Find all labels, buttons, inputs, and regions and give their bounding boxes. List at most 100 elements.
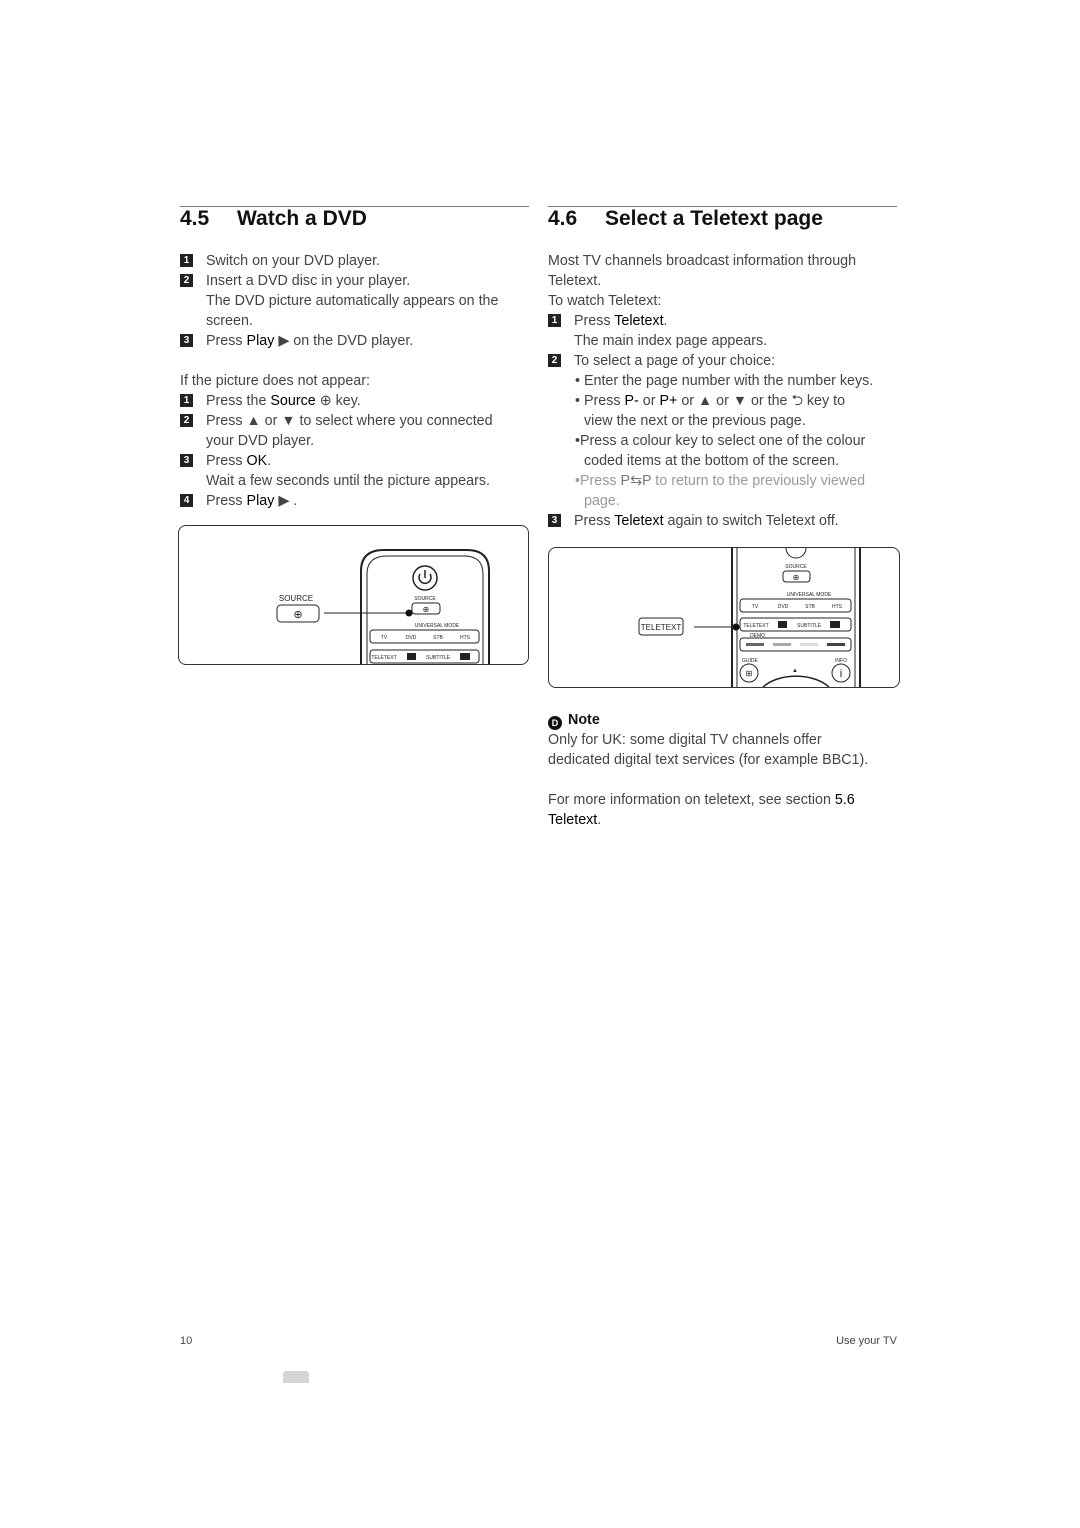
step-text: again to switch Teletext off. (663, 513, 839, 529)
remote-control-drawing: SOURCE ⊕ UNIVERSAL MODE TV DVD STB HTS TELE… (638, 548, 861, 687)
svg-text:⊕: ⊕ (793, 573, 800, 582)
step-text: screen. (206, 313, 253, 329)
body-text: Teletext. (548, 273, 602, 289)
note-text: dedicated digital text services (for exa… (548, 752, 869, 768)
body-text: To watch Teletext: (548, 293, 662, 309)
section-number: 4.5 (180, 207, 210, 230)
note-title: Note (568, 712, 600, 728)
bullet-item: • Press P- or P+ or ▲ or ▼ or the ⮌ key … (575, 391, 845, 411)
step-text: To select a page of your choice: (574, 353, 776, 369)
step-text: ▶ on the DVD player. (278, 333, 414, 349)
key-name: P+ (659, 393, 678, 409)
step-text: Press (206, 453, 247, 469)
svg-text:TV: TV (381, 635, 388, 641)
more-info-text: For more information on teletext, see se… (548, 790, 855, 810)
text: or (638, 393, 660, 409)
svg-text:⊕: ⊕ (293, 609, 302, 621)
section-number: 4.6 (548, 207, 578, 230)
remote-teletext-illustration: SOURCE ⊕ UNIVERSAL MODE TV DVD STB HTS TELE… (548, 547, 900, 688)
bullet-item-cont: coded items at the bottom of the screen. (584, 453, 840, 469)
step-text: The DVD picture automatically appears on… (206, 293, 499, 309)
svg-text:▲: ▲ (792, 668, 798, 674)
step-text: Press ▲ or ▼ to select where you connect… (206, 413, 493, 429)
step-1: 1 Press the Source ⊕ key. (180, 391, 361, 411)
step-number-icon: 2 (180, 274, 193, 287)
punct: . (663, 313, 668, 329)
intro-text: If the picture does not appear: (180, 373, 370, 389)
bullet-item: •Press a colour key to select one of the… (575, 433, 866, 449)
step-3: 3 Press Play ▶ on the DVD player. (180, 331, 413, 351)
svg-text:DVD: DVD (778, 604, 789, 610)
step-number-icon: 2 (180, 414, 193, 427)
svg-text:i: i (840, 668, 842, 680)
note-text: Only for UK: some digital TV channels of… (548, 732, 822, 748)
note-heading: D Note (548, 710, 600, 730)
step-text: Insert a DVD disc in your player. (206, 273, 411, 289)
svg-text:TV: TV (752, 604, 759, 610)
section-link[interactable]: 5.6 (835, 792, 855, 808)
page-tab-marker (283, 1371, 309, 1383)
step-number-icon: 1 (180, 254, 193, 267)
key-name: P⇆P (620, 473, 652, 489)
step-3: 3 Press Teletext again to switch Teletext… (548, 511, 839, 531)
svg-text:HTS: HTS (832, 604, 843, 610)
step-number-icon: 4 (180, 494, 193, 507)
svg-text:DVD: DVD (406, 635, 417, 641)
punct: . (267, 453, 272, 469)
step-text: Press (206, 493, 247, 509)
svg-text:GUIDE: GUIDE (742, 658, 759, 664)
text: • Press (575, 393, 625, 409)
bullet-item: •Press P⇆P to return to the previously v… (575, 471, 865, 491)
punct: . (597, 812, 602, 828)
step-3: 3 Press OK. (180, 451, 271, 471)
key-name: Teletext (614, 313, 664, 329)
svg-text:⊕: ⊕ (423, 605, 430, 614)
key-name: P- (624, 393, 639, 409)
manual-page: 4.5 Watch a DVD 1 Switch on your DVD playe… (0, 0, 1080, 1528)
bullet-item-cont: view the next or the previous page. (584, 413, 806, 429)
more-info-text: Teletext. (548, 810, 601, 830)
step-1: 1 Switch on your DVD player. (180, 251, 380, 271)
svg-text:TELETEXT: TELETEXT (371, 655, 396, 661)
step-text: Press the (206, 393, 271, 409)
remote-control-drawing: SOURCE ⊕ SOURCE ⊕ UNIVERSAL MODE TV DVD ST… (276, 549, 490, 664)
key-name: Source (270, 393, 316, 409)
section-heading-4-6: 4.6 Select a Teletext page (548, 207, 823, 231)
step-number-icon: 3 (180, 454, 193, 467)
svg-text:⊞: ⊞ (746, 669, 753, 678)
step-4: 4 Press Play ▶ . (180, 491, 297, 511)
step-text: Press (574, 313, 615, 329)
step-text: ▶ . (278, 493, 298, 509)
section-link[interactable]: Teletext (548, 812, 597, 828)
step-number-icon: 1 (180, 394, 193, 407)
step-number-icon: 2 (548, 354, 561, 367)
step-number-icon: 3 (180, 334, 193, 347)
text: •Press (575, 473, 621, 489)
svg-text:SUBTITLE: SUBTITLE (797, 623, 822, 629)
step-text: ⊕ key. (319, 393, 361, 409)
key-name: Play (246, 493, 275, 509)
svg-text:UNIVERSAL MODE: UNIVERSAL MODE (415, 623, 460, 629)
svg-text:TELETEXT: TELETEXT (641, 623, 682, 632)
svg-text:INFO: INFO (835, 658, 847, 664)
svg-text:STB: STB (433, 635, 443, 641)
page-number: 10 (180, 1335, 193, 1347)
step-text: Wait a few seconds until the picture app… (206, 473, 490, 489)
step-text: Press (574, 513, 615, 529)
section-title: Watch a DVD (237, 207, 367, 230)
step-text: Press (206, 333, 247, 349)
text: For more information on teletext, see se… (548, 792, 835, 808)
footer-section: Use your TV (836, 1335, 897, 1347)
step-text: Switch on your DVD player. (206, 253, 381, 269)
bullet-item-cont: page. (584, 493, 620, 509)
step-2: 2 To select a page of your choice: (548, 351, 775, 371)
section-title: Select a Teletext page (605, 207, 823, 230)
step-2: 2 Press ▲ or ▼ to select where you connec… (180, 411, 493, 431)
key-name: OK (246, 453, 268, 469)
svg-text:SOURCE: SOURCE (414, 596, 436, 602)
svg-text:TELETEXT: TELETEXT (743, 623, 768, 629)
body-text: Most TV channels broadcast information t… (548, 253, 857, 269)
step-1: 1 Press Teletext. (548, 311, 668, 331)
text: or ▲ or ▼ or the ⮌ key to (677, 393, 846, 409)
step-number-icon: 1 (548, 314, 561, 327)
